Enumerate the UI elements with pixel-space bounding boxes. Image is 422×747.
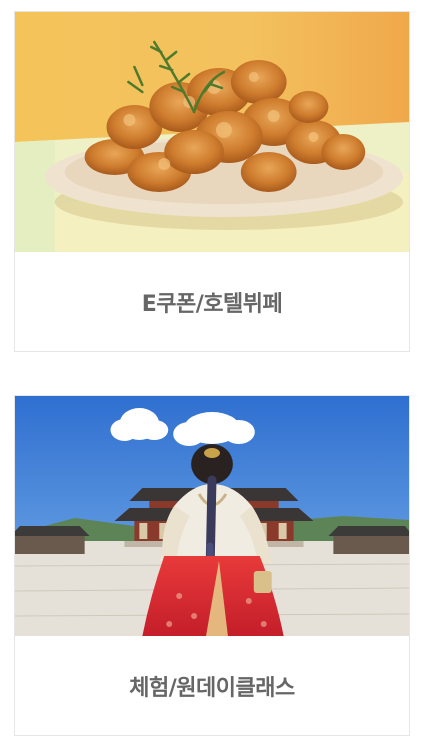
category-card-ecoupon-hotel-buffet[interactable]: E쿠폰/호텔뷔페 <box>14 11 410 352</box>
category-label[interactable]: 체험/원데이클래스 <box>15 636 409 736</box>
hanbok-palace-image[interactable] <box>15 396 409 636</box>
hanbok-palace-illustration <box>15 396 409 636</box>
category-card-experience-oneday-class[interactable]: 체험/원데이클래스 <box>14 395 410 736</box>
fried-chicken-illustration <box>15 12 409 252</box>
fried-chicken-plate-image[interactable] <box>15 12 409 252</box>
category-label[interactable]: E쿠폰/호텔뷔페 <box>15 252 409 352</box>
